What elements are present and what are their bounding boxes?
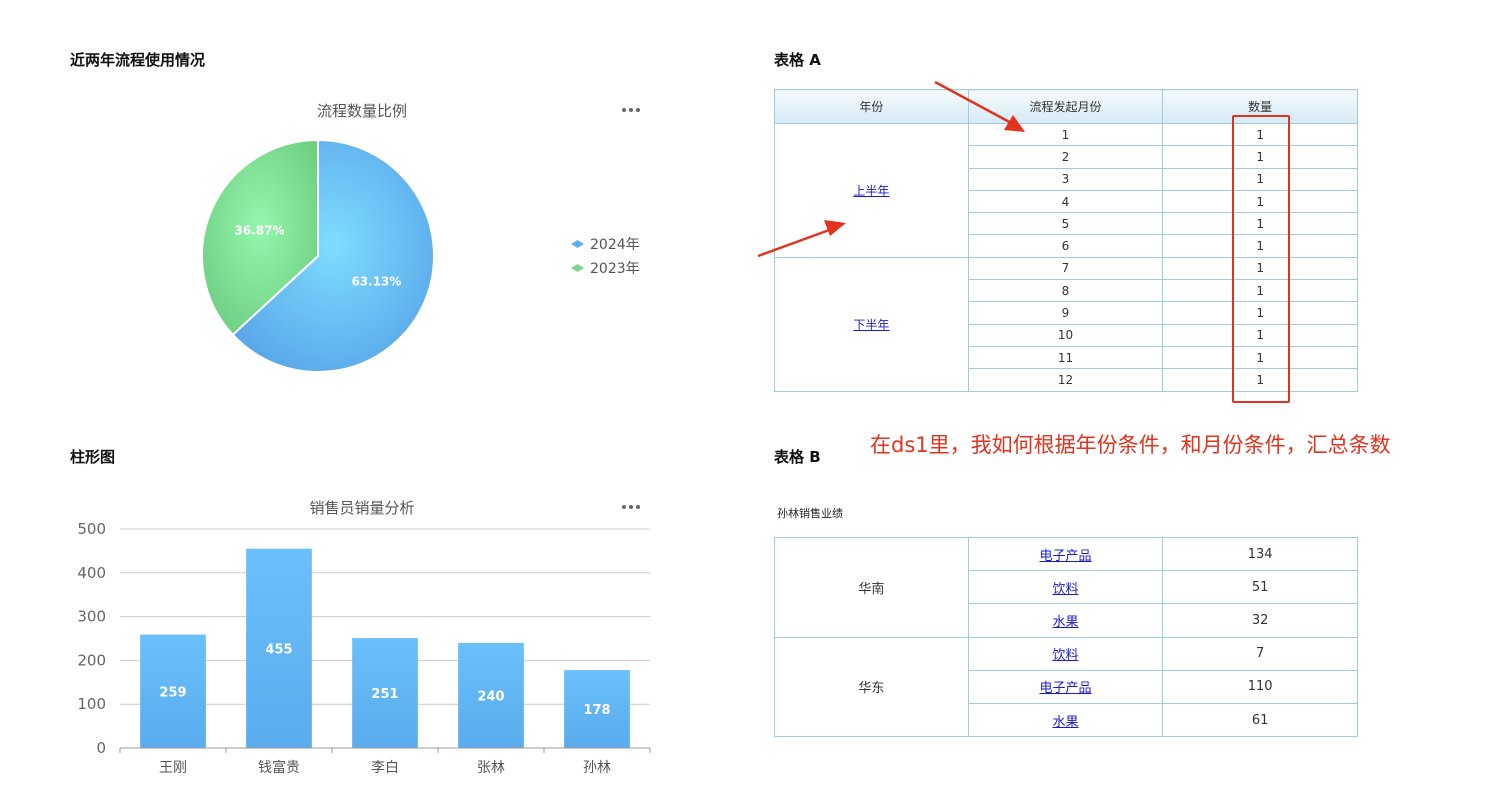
pie-slice-label: 36.87%	[235, 223, 285, 237]
product-cell: 电子产品	[967, 669, 1164, 704]
pie-section-title: 近两年流程使用情况	[70, 51, 206, 69]
x-category-label: 孙林	[583, 760, 611, 776]
x-category-label: 李白	[371, 760, 399, 776]
table-a-group-second-half: 下半年	[774, 256, 969, 392]
x-category-label: 王刚	[159, 760, 187, 776]
pie-chart: 63.13% 36.87%	[201, 138, 435, 373]
bar-value-label: 455	[265, 642, 292, 657]
table-b: 华南 电子产品 134 饮料 51 水果 32 华东 饮料 7 电子产品 110…	[774, 536, 1358, 738]
more-dots-icon[interactable]	[622, 107, 640, 113]
month-cell: 9	[967, 301, 1164, 325]
y-tick-label: 100	[77, 695, 106, 713]
product-cell: 水果	[967, 603, 1164, 638]
sales-cell: 134	[1162, 536, 1358, 572]
second-half-link[interactable]: 下半年	[853, 318, 889, 332]
region-cell: 华东	[774, 636, 969, 738]
sales-cell: 7	[1162, 636, 1358, 671]
bar-value-label: 251	[371, 687, 398, 702]
x-category-label: 钱富贵	[258, 759, 300, 776]
y-tick-label: 200	[77, 651, 106, 669]
legend-item-2023[interactable]: 2023年	[571, 256, 640, 280]
product-cell: 水果	[967, 702, 1164, 738]
product-cell: 饮料	[967, 636, 1164, 671]
region-cell: 华南	[774, 537, 969, 638]
annotation-text: 在ds1里，我如何根据年份条件，和月份条件，汇总条数	[870, 433, 1391, 457]
bar-value-label: 259	[159, 685, 186, 700]
arrow-to-first-half	[757, 220, 846, 258]
product-link[interactable]: 电子产品	[1039, 549, 1091, 564]
product-link[interactable]: 饮料	[1052, 648, 1078, 663]
more-dots-icon[interactable]	[622, 504, 640, 510]
table-a-title: 表格 A	[774, 51, 821, 69]
table-row: 华南 电子产品 134	[774, 536, 1358, 638]
product-link[interactable]: 水果	[1052, 615, 1078, 630]
table-row: 华东 饮料 7	[774, 636, 1358, 738]
product-cell: 电子产品	[967, 536, 1164, 572]
y-tick-label: 400	[77, 564, 106, 582]
sales-cell: 110	[1162, 669, 1358, 704]
legend-label: 2024年	[590, 237, 640, 253]
product-link[interactable]: 饮料	[1052, 582, 1078, 597]
bar-value-label: 178	[583, 703, 610, 718]
annotation-arrows	[757, 80, 1025, 258]
sales-cell: 51	[1162, 570, 1358, 605]
product-cell: 饮料	[967, 570, 1164, 605]
x-category-label: 张林	[477, 760, 505, 776]
bar-section-title: 柱形图	[70, 448, 116, 466]
month-cell: 12	[967, 368, 1164, 392]
legend-label: 2023年	[590, 261, 640, 277]
pie-legend: 2024年 2023年	[571, 232, 640, 280]
legend-item-2024[interactable]: 2024年	[571, 232, 640, 256]
arrow-to-month-column	[934, 80, 1025, 132]
pie-chart-title: 流程数量比例	[316, 102, 407, 120]
pie-slice-label: 63.13%	[351, 275, 401, 289]
legend-marker-2024	[571, 240, 584, 248]
table-b-caption: 孙林销售业绩	[777, 507, 843, 520]
bar-chart: 259 455 251 240 178 0 100 200 300 400 500 王刚 钱富贵 李白 张…	[77, 520, 651, 776]
y-tick-label: 500	[77, 520, 106, 538]
table-b-title: 表格 B	[774, 448, 821, 466]
highlight-box	[1232, 115, 1290, 403]
sales-cell: 61	[1162, 702, 1358, 738]
month-cell: 8	[967, 279, 1164, 303]
product-link[interactable]: 水果	[1052, 715, 1078, 730]
y-tick-label: 0	[96, 739, 106, 757]
month-cell: 10	[967, 323, 1164, 347]
legend-marker-2023	[571, 264, 584, 272]
bar-value-label: 240	[477, 689, 504, 704]
month-cell: 11	[967, 345, 1164, 370]
product-link[interactable]: 电子产品	[1039, 681, 1091, 696]
sales-cell: 32	[1162, 603, 1358, 638]
y-tick-label: 300	[77, 608, 106, 626]
